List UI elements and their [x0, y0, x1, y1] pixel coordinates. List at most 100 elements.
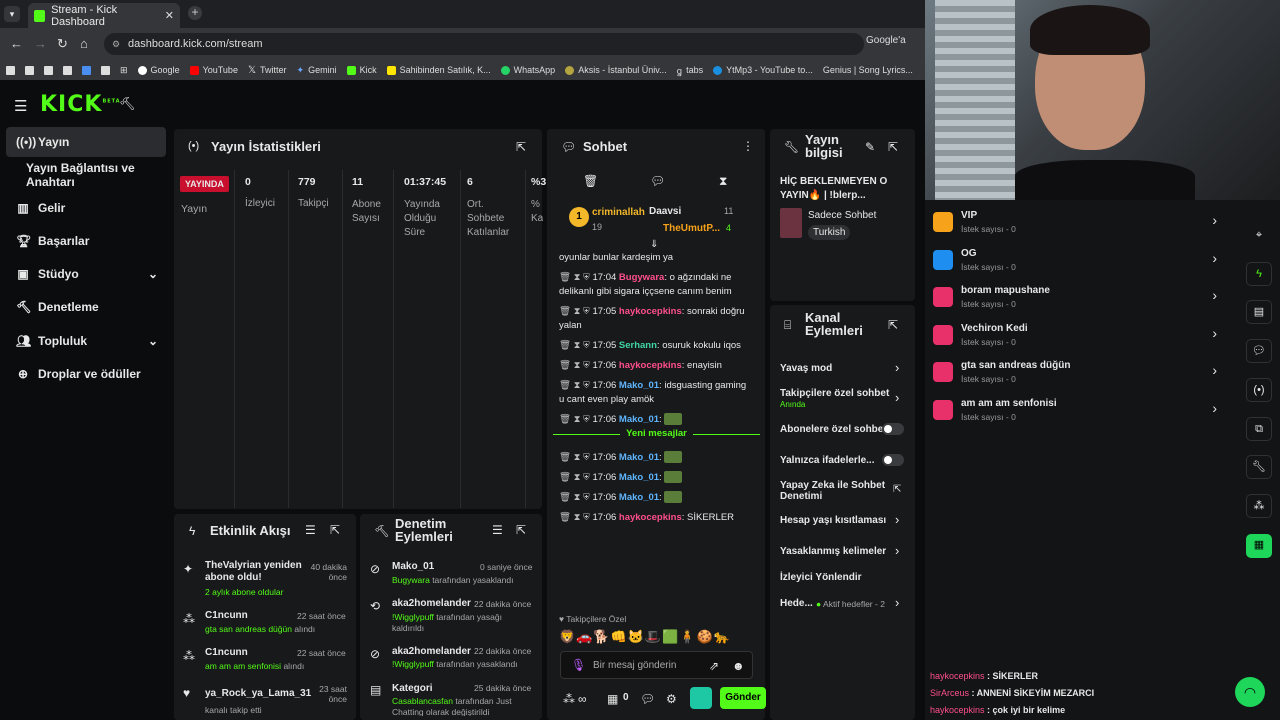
apps-grid-icon[interactable]: ⊞	[120, 65, 128, 76]
mod-action-icons[interactable]: 🗑︎ ⧗ ⛨	[559, 452, 592, 463]
url-input[interactable]: dashboard.kick.com/stream	[104, 33, 864, 55]
timeout-icon[interactable]: ⧗	[719, 174, 727, 189]
popout-icon[interactable]: ⇱	[516, 140, 526, 154]
mod-action-icons[interactable]: 🗑︎ ⧗ ⛨	[559, 472, 592, 483]
popout-icon[interactable]: ⇱	[888, 318, 898, 332]
account-age-label[interactable]: Hesap yaşı kısıtlaması	[780, 515, 886, 526]
reward-row[interactable]: OG İstek sayısı - 0 ›	[933, 246, 1223, 282]
popout-icon[interactable]: ⇱	[888, 140, 898, 154]
support-headset-icon[interactable]: ◠	[1235, 677, 1265, 707]
bookmark-genius[interactable]: Genius | Song Lyrics...	[823, 65, 913, 75]
top-chatter-name[interactable]: TheUmutP...	[663, 223, 720, 234]
banned-words-label[interactable]: Yasaklanmış kelimeler	[780, 546, 886, 557]
sidebar-item-topluluk[interactable]: 👥︎ Topluluk ⌄	[6, 326, 166, 356]
bookmark-google[interactable]: Google	[137, 65, 180, 75]
chevron-right-icon[interactable]: ›	[1212, 362, 1217, 378]
reward-row[interactable]: Vechiron Kedi İstek sayısı - 0 ›	[933, 321, 1223, 357]
chevron-right-icon[interactable]: ›	[895, 595, 899, 610]
kick-logo[interactable]: KICKBETA	[40, 92, 121, 117]
chat-bubble-icon[interactable]: 💬︎	[1246, 339, 1272, 363]
chevron-right-icon[interactable]: ›	[1212, 400, 1217, 416]
emote-bar[interactable]: 🦁🚗🐕👊🐱🎩🟩🧍🍪🐆	[559, 629, 731, 645]
mod-action-icons[interactable]: 🗑︎ ⧗ ⛨	[559, 306, 592, 317]
google-lens-button[interactable]: Google'a	[866, 35, 906, 46]
chat-username[interactable]: haykocepkins	[619, 360, 682, 371]
slow-mode-label[interactable]: Yavaş mod	[780, 363, 832, 374]
reward-row[interactable]: am am am senfonisi İstek sayısı - 0 ›	[933, 396, 1223, 432]
send-button[interactable]: Gönder	[720, 687, 766, 709]
popout-icon[interactable]: ⇱	[516, 523, 526, 537]
mod-action-icons[interactable]: 🗑︎ ⧗ ⛨	[559, 272, 592, 283]
bookmark-icon[interactable]	[25, 65, 34, 75]
bookmark-tabs[interactable]: ꬶ tabs	[677, 64, 704, 77]
sidebar-item-studyo[interactable]: ▣ Stüdyo ⌄	[6, 259, 166, 289]
sidebar-item-basarilar[interactable]: 🏆︎ Başarılar	[6, 226, 166, 256]
category-name[interactable]: Sadece Sohbet	[808, 210, 876, 221]
forward-icon[interactable]: →	[34, 36, 47, 51]
bookmark-icon[interactable]	[101, 65, 110, 75]
browser-tab[interactable]: Stream - Kick Dashboard ✕	[28, 3, 180, 28]
settings-icon[interactable]: ⚙	[666, 692, 677, 706]
more-options-icon[interactable]: ⋮	[742, 139, 754, 153]
video-icon[interactable]: ▦	[1246, 534, 1272, 558]
bookmark-icon[interactable]	[63, 65, 72, 75]
bookmark-icon[interactable]	[6, 65, 15, 75]
bookmark-twitter[interactable]: 𝕏 Twitter	[248, 65, 287, 76]
home-icon[interactable]: ⌂	[80, 36, 88, 51]
chevron-right-icon[interactable]: ›	[1212, 325, 1217, 341]
reward-icon[interactable]: ⁂	[1246, 494, 1272, 518]
follower-only-chat-label[interactable]: Takipçilere özel sohbet	[780, 388, 889, 399]
bookmark-whatsapp[interactable]: WhatsApp	[500, 65, 555, 75]
site-info-icon[interactable]: ⚙	[112, 39, 120, 50]
external-link-icon[interactable]: ⇱	[893, 484, 901, 495]
raid-label[interactable]: İzleyici Yönlendir	[780, 572, 862, 583]
sidebar-item-gelir[interactable]: ▥ Gelir	[6, 193, 166, 223]
mod-action-icons[interactable]: 🗑︎ ⧗ ⛨	[559, 492, 592, 503]
bookmark-icon[interactable]	[82, 65, 91, 75]
wrench-icon[interactable]: 🔧︎	[1246, 455, 1272, 479]
bot-icon[interactable]	[690, 687, 712, 709]
chat-username[interactable]: haykocepkins	[619, 306, 682, 317]
close-tab-icon[interactable]: ✕	[165, 9, 174, 22]
trash-icon[interactable]: 🗑︎	[583, 174, 598, 188]
users-icon[interactable]: ▦	[607, 692, 618, 706]
chat-bubble-icon[interactable]: 💬︎	[650, 174, 665, 188]
bookmark-icon[interactable]	[44, 65, 53, 75]
filter-icon[interactable]: ☰	[492, 523, 503, 537]
chat-username[interactable]: Serhann	[619, 340, 657, 351]
top-chatter-name[interactable]: Daavsi	[649, 206, 681, 217]
chevron-right-icon[interactable]: ›	[895, 543, 899, 558]
focus-icon[interactable]: ⌖	[1246, 224, 1272, 248]
link-icon[interactable]: ∞	[578, 692, 587, 706]
reload-icon[interactable]: ↻	[57, 36, 68, 52]
bookmark-youtube[interactable]: YouTube	[189, 65, 238, 75]
chat-username[interactable]: haykocepkins	[619, 512, 682, 523]
hamburger-menu-icon[interactable]: ☰	[14, 97, 27, 115]
chat-username[interactable]: Mako_01	[619, 492, 659, 503]
mod-action-icons[interactable]: 🗑︎ ⧗ ⛨	[559, 340, 592, 351]
mod-action-icons[interactable]: 🗑︎ ⧗ ⛨	[559, 512, 592, 523]
emoji-icon[interactable]: ☻	[732, 659, 745, 673]
reward-row[interactable]: boram mapushane İstek sayısı - 0 ›	[933, 283, 1223, 319]
mod-action-icons[interactable]: 🗑︎ ⧗ ⛨	[559, 360, 592, 371]
chat-username[interactable]: Bugywara	[619, 272, 664, 283]
chat-bubble-icon[interactable]: 💬︎	[640, 692, 655, 706]
goals-label[interactable]: Hede...	[780, 598, 813, 609]
chevron-right-icon[interactable]: ›	[1212, 287, 1217, 303]
tool-icon[interactable]: 🔨︎	[119, 96, 136, 112]
chevron-right-icon[interactable]: ›	[895, 390, 899, 405]
microphone-icon[interactable]: 🎙︎	[571, 658, 586, 672]
chat-username[interactable]: Mako_01	[619, 414, 659, 425]
chevron-right-icon[interactable]: ›	[1212, 212, 1217, 228]
emote-only-toggle[interactable]	[882, 454, 904, 466]
ai-moderation-label[interactable]: Yapay Zeka ile Sohbet Denetimi	[780, 480, 890, 502]
reward-row[interactable]: VIP İstek sayısı - 0 ›	[933, 208, 1223, 244]
document-icon[interactable]: ▤	[1246, 300, 1272, 324]
back-icon[interactable]: ←	[10, 36, 23, 51]
new-tab-button[interactable]: +	[188, 6, 202, 20]
bookmark-gemini[interactable]: ✦ Gemini	[297, 65, 337, 76]
reward-row[interactable]: gta san andreas düğün İstek sayısı - 0 ›	[933, 358, 1223, 394]
bookmark-sahibinden[interactable]: Sahibinden Satılık, K...	[386, 65, 491, 75]
slash-command-icon[interactable]: ⇗	[709, 659, 719, 673]
top-chatter-name[interactable]: criminallah	[592, 207, 645, 218]
